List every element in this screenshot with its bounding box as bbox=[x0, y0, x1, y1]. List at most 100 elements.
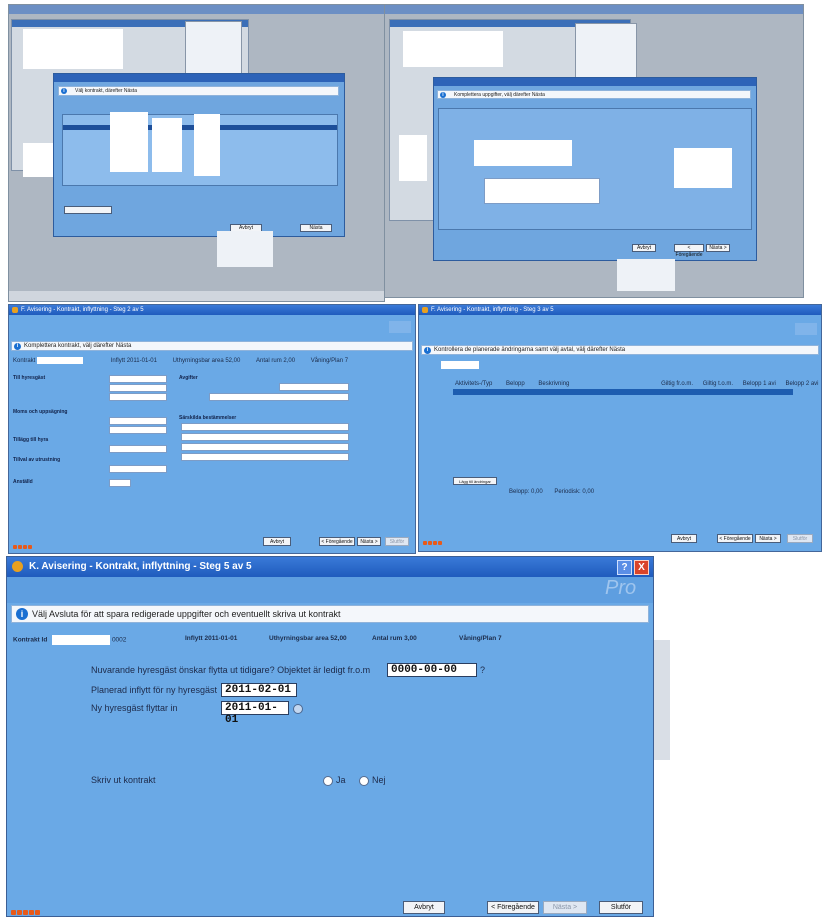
background-window-strip bbox=[652, 640, 670, 760]
notes-field[interactable] bbox=[484, 178, 600, 204]
col-header: Aktivitets-/Typ bbox=[455, 381, 493, 387]
new-tenant-movein-date-field[interactable]: 2011-01-01 bbox=[221, 701, 289, 726]
section-label: Särskilda bestämmelser bbox=[179, 415, 237, 421]
status-dots bbox=[423, 537, 449, 545]
screenshot-mid-right: F. Avisering - Kontrakt, inflyttning - S… bbox=[418, 304, 822, 552]
special-terms-field[interactable] bbox=[181, 423, 349, 431]
dialog-titlebar bbox=[54, 74, 344, 82]
area-label: Uthyrningsbar area 52,00 bbox=[172, 358, 241, 365]
section-label: Avgifter bbox=[179, 375, 198, 381]
cancel-button[interactable]: Avbryt bbox=[403, 901, 445, 914]
pro-logo: Pro bbox=[605, 577, 637, 599]
radio-no[interactable]: Nej bbox=[359, 775, 386, 786]
add-change-link[interactable]: Lägg till ändringar bbox=[453, 477, 497, 485]
field[interactable] bbox=[209, 393, 349, 401]
calendar-icon[interactable] bbox=[293, 704, 303, 714]
help-button[interactable]: ? bbox=[617, 560, 632, 575]
col-header: Giltig t.o.m. bbox=[702, 381, 734, 387]
app-icon bbox=[12, 561, 23, 572]
redacted-area bbox=[403, 31, 503, 67]
radio-yes-circle[interactable] bbox=[323, 775, 333, 786]
previous-button[interactable]: < Föregående bbox=[717, 534, 753, 543]
floor-label: Våning/Plan 7 bbox=[459, 635, 502, 642]
field[interactable] bbox=[109, 465, 167, 473]
periodic-amount: Periodisk: 0,00 bbox=[554, 489, 595, 495]
field[interactable] bbox=[109, 375, 167, 383]
info-banner: i Välj Avsluta för att spara redigerade … bbox=[11, 605, 649, 623]
next-button[interactable]: Nästa bbox=[300, 224, 332, 232]
desktop-titlebar bbox=[9, 5, 384, 14]
previous-button[interactable]: < Föregående bbox=[487, 901, 539, 914]
next-button[interactable]: Nästa > bbox=[357, 537, 381, 546]
redacted-area bbox=[110, 112, 148, 172]
vacant-from-date-field[interactable]: 0000-00-00 bbox=[387, 663, 477, 677]
dialog-info: i Komplettera uppgifter, välj därefter N… bbox=[437, 90, 751, 99]
app-icon bbox=[12, 307, 18, 313]
dialog-info-text: Komplettera uppgifter, välj därefter Näs… bbox=[454, 92, 545, 98]
dialog-info: i Välj kontrakt, därefter Nästa bbox=[58, 86, 339, 96]
complete-info-dialog: i Komplettera uppgifter, välj därefter N… bbox=[433, 77, 757, 261]
cancel-button[interactable]: Avbryt bbox=[632, 244, 656, 252]
dialog-info-text: Välj kontrakt, därefter Nästa bbox=[75, 88, 137, 94]
tree-panel-lower bbox=[617, 259, 675, 291]
next-button[interactable]: Nästa > bbox=[706, 244, 730, 252]
redacted-area bbox=[23, 143, 53, 177]
field[interactable] bbox=[279, 383, 349, 391]
radio-yes-label: Ja bbox=[336, 775, 346, 785]
info-text: Välj Avsluta för att spara redigerade up… bbox=[32, 609, 341, 619]
previous-button[interactable]: < Föregående bbox=[674, 244, 704, 258]
field[interactable] bbox=[109, 417, 167, 425]
planned-movein-label: Planerad inflytt för ny hyresgäst bbox=[91, 685, 218, 695]
window-title: F. Avisering - Kontrakt, inflyttning - S… bbox=[21, 307, 144, 313]
window-titlebar: F. Avisering - Kontrakt, inflyttning - S… bbox=[9, 305, 415, 315]
area-label: Uthyrningsbar area 52,00 bbox=[269, 635, 347, 642]
next-button[interactable]: Nästa > bbox=[543, 901, 587, 914]
next-button[interactable]: Nästa > bbox=[755, 534, 781, 543]
window-title: F. Avisering - Kontrakt, inflyttning - S… bbox=[431, 307, 554, 313]
screenshot-top-left: i Välj kontrakt, därefter Nästa Avbryt N… bbox=[8, 4, 385, 302]
background-window-edge bbox=[652, 620, 822, 915]
section-label: Till hyresgäst bbox=[13, 375, 46, 381]
special-terms-field[interactable] bbox=[181, 453, 349, 461]
finish-button[interactable]: Slutför bbox=[599, 901, 643, 914]
status-dots bbox=[11, 907, 45, 915]
window-titlebar: K. Avisering - Kontrakt, inflyttning - S… bbox=[7, 557, 653, 577]
info-banner: i Kontrollera de planerade ändringarna s… bbox=[421, 345, 819, 355]
close-button[interactable]: X bbox=[634, 560, 649, 575]
info-text: Kontrollera de planerade ändringarna sam… bbox=[434, 347, 626, 353]
taskbar bbox=[9, 291, 384, 301]
table-row[interactable] bbox=[453, 389, 793, 395]
window-title: K. Avisering - Kontrakt, inflyttning - S… bbox=[29, 561, 252, 572]
contract-header: Kontrakt Id 0002 bbox=[13, 635, 126, 645]
section-label: Tillval av utrustning bbox=[13, 457, 61, 463]
status-dots bbox=[13, 541, 39, 549]
cancel-button[interactable]: Avbryt bbox=[671, 534, 697, 543]
section-label: Tillägg till hyra bbox=[13, 437, 49, 443]
header-band bbox=[7, 577, 653, 603]
special-terms-field[interactable] bbox=[181, 443, 349, 451]
tree-panel bbox=[575, 23, 637, 83]
field[interactable] bbox=[109, 393, 167, 401]
finish-button[interactable]: Slutför bbox=[385, 537, 409, 546]
field[interactable] bbox=[109, 479, 131, 487]
finish-button[interactable]: Slutför bbox=[787, 534, 813, 543]
new-tenant-movein-label: Ny hyresgäst flyttar in bbox=[91, 703, 178, 713]
field[interactable] bbox=[109, 426, 167, 434]
contract-id-value: 0002 bbox=[111, 636, 127, 644]
cancel-button[interactable]: Avbryt bbox=[263, 537, 291, 546]
section-label: Anställd bbox=[13, 479, 33, 485]
radio-no-circle[interactable] bbox=[359, 775, 369, 786]
field[interactable] bbox=[109, 384, 167, 392]
field[interactable] bbox=[109, 445, 167, 453]
planned-movein-date-field[interactable]: 2011-02-01 bbox=[221, 683, 297, 697]
total-amount: Belopp: 0,00 bbox=[509, 489, 543, 495]
radio-yes[interactable]: Ja bbox=[323, 775, 346, 786]
previous-button[interactable]: < Föregående bbox=[319, 537, 355, 546]
info-text: Komplettera kontrakt, välj därefter Näst… bbox=[24, 343, 132, 349]
radio-no-label: Nej bbox=[372, 775, 386, 785]
special-terms-field[interactable] bbox=[181, 433, 349, 441]
rooms-label: Antal rum 2,00 bbox=[256, 358, 296, 365]
screenshot-mid-left: F. Avisering - Kontrakt, inflyttning - S… bbox=[8, 304, 416, 554]
app-icon bbox=[422, 307, 428, 313]
add-contract-button[interactable] bbox=[64, 206, 112, 214]
